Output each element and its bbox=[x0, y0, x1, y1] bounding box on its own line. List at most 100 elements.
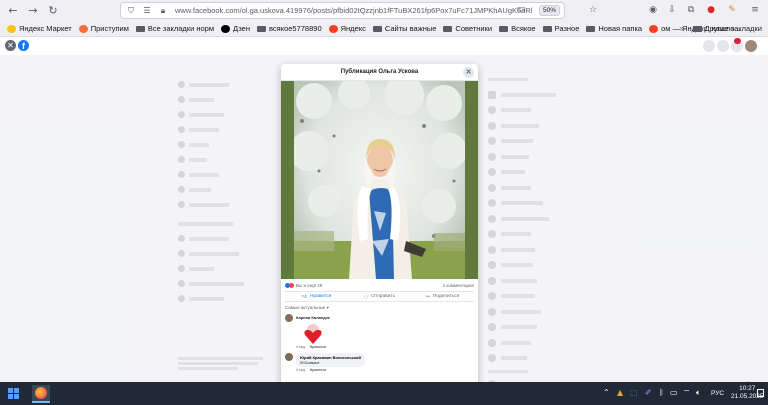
photo-image[interactable] bbox=[294, 81, 465, 279]
tray-chevron-icon[interactable]: ⌃ bbox=[603, 388, 610, 397]
firefox-icon bbox=[35, 387, 47, 399]
post-modal: Публикация Ольга Ускова ✕ Вы и ещё 28 2 … bbox=[281, 64, 478, 382]
share-button[interactable]: ↪ Поделиться bbox=[411, 292, 474, 301]
bookmarks-overflow-icon[interactable]: » bbox=[680, 24, 684, 33]
download-icon[interactable]: ⇩ bbox=[665, 3, 679, 17]
browser-toolbar: ← → ↻ ⛉ ☰ 🔒︎ www.facebook.com/ol.ga.usko… bbox=[0, 0, 768, 21]
comment-sort-dropdown[interactable]: Самые актуальные ▾ bbox=[285, 305, 329, 311]
modal-title: Публикация Ольга Ускова bbox=[340, 69, 419, 75]
heart-icon bbox=[78, 24, 88, 33]
comment-text: !!!!Сильно! bbox=[300, 360, 320, 365]
bookmark-folder[interactable]: Сайты важные bbox=[372, 24, 436, 33]
notification-center-icon[interactable] bbox=[757, 389, 764, 397]
footer-links bbox=[178, 357, 268, 370]
yandex-icon bbox=[649, 24, 659, 33]
facebook-header: ✕ f bbox=[0, 37, 768, 55]
pocket-icon[interactable]: ◉ bbox=[646, 3, 660, 17]
extensions-icon[interactable]: ⧉ bbox=[684, 3, 698, 17]
comment-item: Юрий Красавин Вологольский !!!!Сильно! 4… bbox=[285, 353, 365, 372]
close-icon[interactable]: ✕ bbox=[463, 67, 474, 78]
comment-author[interactable]: Карина Каландзе bbox=[296, 315, 330, 320]
modal-backdrop[interactable]: Публикация Ольга Ускова ✕ Вы и ещё 28 2 … bbox=[0, 55, 768, 382]
windows-taskbar: ⌃ ▲ ⬚ ✐ ᛒ ▭ ⌔ 🔈︎ РУС 10:27 21.05.2025 bbox=[0, 382, 768, 405]
network-icon[interactable]: ⌔ bbox=[683, 388, 691, 398]
menu-icon[interactable]: ≡ bbox=[748, 3, 762, 17]
lock-icon[interactable]: 🔒︎ bbox=[157, 6, 169, 16]
share-icon: ↪ bbox=[425, 293, 430, 300]
dzen-icon bbox=[221, 24, 230, 33]
commenter-avatar[interactable] bbox=[285, 353, 293, 361]
folder-icon bbox=[372, 25, 382, 32]
bookmark-folder[interactable]: Все закладки норм bbox=[135, 24, 214, 33]
comment-bubble: Юрий Красавин Вологольский !!!!Сильно! bbox=[296, 353, 365, 367]
messenger-icon: ◌ bbox=[363, 293, 369, 300]
reader-icon[interactable]: ▭ bbox=[517, 4, 526, 15]
bluetooth-icon[interactable]: ᛒ bbox=[659, 388, 664, 397]
comment-meta: 4 нед. Нравится bbox=[296, 368, 327, 372]
bookmark-folder[interactable]: Новая папка bbox=[586, 24, 642, 33]
bookmark-item[interactable]: Приступим bbox=[78, 24, 129, 33]
messenger-icon[interactable] bbox=[717, 40, 729, 52]
snip-icon[interactable]: ⬚ bbox=[630, 388, 638, 397]
other-bookmarks[interactable]: Другие закладки bbox=[692, 24, 762, 33]
bookmark-folder[interactable]: Разное bbox=[542, 24, 579, 33]
url-text[interactable]: www.facebook.com/ol.ga.uskova.419976/pos… bbox=[175, 6, 535, 15]
folder-icon bbox=[257, 25, 266, 32]
reactions-bar: Вы и ещё 28 2 комментария bbox=[281, 280, 478, 291]
modal-header: Публикация Ольга Ускова ✕ bbox=[281, 64, 478, 81]
bookmark-item[interactable]: Дзен bbox=[221, 24, 250, 33]
yandex-icon bbox=[328, 24, 338, 33]
reactions-summary[interactable]: Вы и ещё 28 bbox=[285, 283, 322, 288]
thumbs-up-icon: 👍︎ bbox=[301, 293, 308, 300]
facebook-page: ✕ f Публикация Ольга Ускова ✕ Вы и ещё 2… bbox=[0, 37, 768, 382]
battery-icon[interactable]: ▭ bbox=[670, 388, 678, 397]
close-viewer-icon[interactable]: ✕ bbox=[5, 40, 16, 51]
notification-badge bbox=[734, 38, 741, 44]
adblock-icon[interactable]: ● bbox=[704, 3, 718, 17]
page-info-icon[interactable]: ☰ bbox=[141, 6, 153, 15]
menu-grid-icon[interactable] bbox=[703, 40, 715, 52]
volume-icon[interactable]: 🔈︎ bbox=[696, 388, 701, 398]
bookmark-item[interactable]: Яндекс bbox=[328, 24, 366, 33]
left-sidebar bbox=[178, 77, 278, 306]
bookmark-folder[interactable]: Всякое bbox=[499, 24, 536, 33]
forward-icon[interactable]: → bbox=[26, 4, 40, 18]
like-button[interactable]: 👍︎ Нравится bbox=[285, 292, 348, 301]
windows-start-icon[interactable] bbox=[8, 388, 19, 399]
bookmark-folder[interactable]: всякое5778890 bbox=[257, 24, 322, 33]
post-photo[interactable] bbox=[281, 81, 478, 279]
bookmark-item[interactable]: Яндекс Маркет bbox=[7, 24, 72, 33]
folder-icon bbox=[443, 25, 453, 32]
language-indicator[interactable]: РУС bbox=[711, 390, 724, 397]
bookmark-star-icon[interactable]: ☆ bbox=[586, 3, 600, 17]
comment-like-link[interactable]: Нравится bbox=[310, 345, 327, 349]
love-reaction-icon bbox=[289, 283, 294, 288]
extension-brush-icon[interactable]: ✎ bbox=[725, 3, 739, 17]
zoom-level-button[interactable]: 50% bbox=[538, 5, 560, 16]
send-button[interactable]: ◌ Отправить bbox=[348, 292, 411, 301]
address-bar[interactable]: ⛉ ☰ 🔒︎ www.facebook.com/ol.ga.uskova.419… bbox=[120, 2, 565, 19]
comment-item: Карина Каландзе 4 нед. Нравится bbox=[285, 314, 330, 349]
bookmarks-bar: Яндекс Маркет Приступим Все закладки нор… bbox=[0, 21, 768, 37]
contacts-sidebar bbox=[488, 77, 598, 382]
folder-icon bbox=[586, 25, 596, 32]
comment-like-link[interactable]: Нравится bbox=[310, 368, 327, 372]
shield-icon[interactable]: ⛉ bbox=[125, 6, 137, 16]
heart-sticker bbox=[304, 322, 322, 344]
back-icon[interactable]: ← bbox=[6, 4, 20, 18]
firefox-taskbar-button[interactable] bbox=[32, 385, 50, 403]
profile-avatar[interactable] bbox=[745, 40, 757, 52]
bookmark-folder[interactable]: Советники bbox=[443, 24, 492, 33]
comment-meta: 4 нед. Нравится bbox=[296, 345, 327, 349]
folder-icon bbox=[692, 25, 702, 32]
facebook-logo-icon[interactable]: f bbox=[18, 40, 29, 51]
woman-in-blossom-photo bbox=[294, 81, 465, 279]
commenter-avatar[interactable] bbox=[285, 314, 293, 322]
folder-icon bbox=[499, 25, 509, 32]
comments-count[interactable]: 2 комментария bbox=[443, 283, 474, 288]
pen-icon[interactable]: ✐ bbox=[645, 388, 652, 397]
reload-icon[interactable]: ↻ bbox=[46, 4, 60, 18]
tray-app-icon[interactable]: ▲ bbox=[617, 388, 623, 397]
yandex-market-icon bbox=[7, 24, 16, 33]
folder-icon bbox=[135, 25, 145, 32]
